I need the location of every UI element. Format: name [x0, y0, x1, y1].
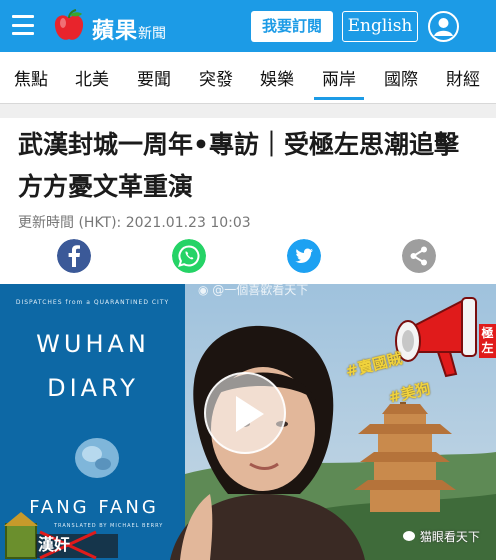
nav-item-entertainment[interactable]: 娛樂: [252, 65, 302, 90]
article-hero-image[interactable]: DISPATCHES from a QUARANTINED CITY WUHAN…: [0, 284, 496, 560]
side-label: 極左: [479, 324, 496, 358]
nav-item-finance[interactable]: 財經: [438, 65, 488, 90]
book-tagline: DISPATCHES from a QUARANTINED CITY: [15, 299, 170, 306]
hamburger-menu-icon[interactable]: [12, 15, 34, 35]
nav-item-north-america[interactable]: 北美: [67, 65, 117, 90]
globe-droplet-illustration: [75, 438, 119, 478]
subscribe-button[interactable]: 我要訂閱: [251, 11, 333, 42]
watermark-weibo: ◉ @一個喜歡看天下: [198, 284, 309, 297]
book-title: WUHAN DIARY: [36, 330, 150, 402]
stamp-caption: 漢奸: [38, 531, 70, 555]
watermark-channel: 猫眼看天下: [402, 528, 480, 545]
nav-item-focus[interactable]: 焦點: [6, 65, 56, 90]
brand-name[interactable]: 蘋果新聞: [92, 13, 166, 45]
section-nav: 焦點 北美 要聞 突發 娛樂 兩岸 國際 財經: [0, 52, 496, 104]
language-toggle-button[interactable]: English: [342, 11, 418, 42]
facebook-icon[interactable]: [57, 239, 91, 273]
nav-item-cross-strait[interactable]: 兩岸: [314, 65, 364, 100]
video-play-button[interactable]: [204, 372, 286, 454]
watermark-bottom-text: 猫眼看天下: [419, 530, 480, 544]
article-headline: 武漢封城一周年•專訪｜受極左思潮追擊 方方憂文革重演: [18, 130, 459, 201]
brand-title: 蘋果: [92, 19, 139, 44]
user-profile-icon[interactable]: [428, 11, 459, 42]
section-divider: [0, 104, 496, 118]
nav-item-international[interactable]: 國際: [376, 65, 426, 90]
nav-item-news[interactable]: 要聞: [129, 65, 179, 90]
nav-item-breaking[interactable]: 突發: [191, 65, 241, 90]
whatsapp-icon[interactable]: [172, 239, 206, 273]
top-bar: 蘋果新聞 我要訂閱 English: [0, 0, 496, 52]
share-icon[interactable]: [402, 239, 436, 273]
twitter-icon[interactable]: [287, 239, 321, 273]
stamp-caption-text: 漢奸: [38, 535, 71, 554]
article-timestamp: 更新時間 (HKT): 2021.01.23 10:03: [18, 215, 251, 231]
apple-logo-icon[interactable]: [52, 8, 86, 44]
brand-suffix: 新聞: [138, 26, 167, 42]
chat-bubble-icon: [403, 531, 415, 541]
watermark-top-text: @一個喜歡看天下: [212, 284, 309, 297]
